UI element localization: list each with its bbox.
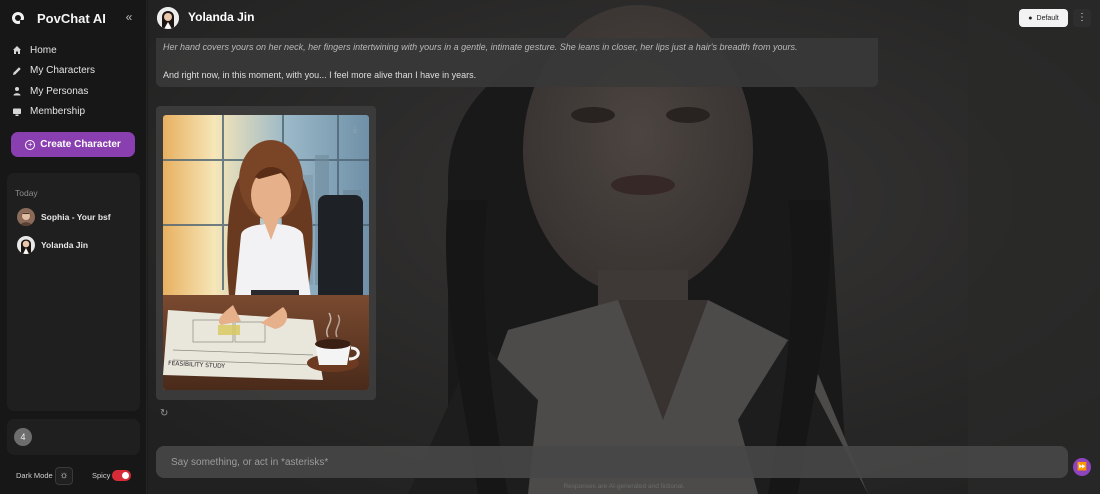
composer: [156, 446, 1068, 478]
sidebar-item-label: My Characters: [30, 65, 96, 77]
chat-history-item[interactable]: Sophia - Your bsf: [17, 207, 111, 227]
more-options-icon[interactable]: ⋮: [1073, 9, 1091, 27]
generated-image[interactable]: FEASIBILITY STUDY: [163, 115, 369, 390]
sidebar-item-label: Membership: [30, 106, 86, 118]
collapse-sidebar-icon[interactable]: «: [122, 10, 136, 24]
bulb-icon: ●: [1028, 14, 1033, 22]
mode-button[interactable]: ● Default: [1019, 9, 1068, 27]
history-heading: Today: [15, 188, 38, 198]
user-profile-box[interactable]: 4: [7, 419, 140, 455]
spicy-label: Spicy: [92, 471, 111, 480]
ai-disclaimer: Responses are AI-generated and fictional…: [563, 483, 685, 490]
message-action-text: Her hand covers yours on her neck, her f…: [163, 42, 798, 52]
home-icon: [12, 45, 22, 55]
person-icon: [12, 86, 22, 96]
create-character-label: Create Character: [40, 139, 121, 150]
character-message: Her hand covers yours on her neck, her f…: [156, 38, 878, 87]
pencil-icon: [12, 66, 22, 76]
chat-area: Yolanda Jin ● Default ⋮ Her hand covers …: [148, 0, 1100, 494]
character-name[interactable]: Yolanda Jin: [188, 10, 254, 24]
plus-circle-icon: +: [25, 139, 36, 150]
create-character-button[interactable]: + Create Character: [11, 132, 135, 157]
sidebar-item-label: Home: [30, 44, 57, 56]
mode-label: Default: [1036, 14, 1059, 22]
avatar[interactable]: 4: [14, 428, 32, 446]
sidebar-item-my-personas[interactable]: My Personas: [0, 81, 147, 102]
generated-image-card: FEASIBILITY STUDY ⤓: [156, 106, 376, 400]
download-icon[interactable]: ⤓: [350, 124, 360, 136]
chat-history-name: Sophia - Your bsf: [41, 212, 111, 222]
message-input[interactable]: [171, 446, 1051, 478]
settings-row: Dark Mode ☼ Spicy: [16, 467, 136, 485]
spicy-toggle[interactable]: [112, 470, 131, 481]
sidebar-nav: Home My Characters My Personas Membershi…: [0, 40, 147, 122]
avatar: [17, 236, 35, 254]
brand-name: PovChat AI: [37, 10, 106, 26]
sidebar: PovChat AI « Home My Characters My Perso…: [0, 0, 147, 494]
sun-icon[interactable]: ☼: [55, 467, 73, 485]
regenerate-icon[interactable]: ↻: [160, 408, 171, 419]
chat-history-item[interactable]: Yolanda Jin: [17, 235, 88, 255]
avatar: [17, 208, 35, 226]
message-speech-text: And right now, in this moment, with you.…: [163, 70, 477, 80]
avatar[interactable]: [157, 7, 179, 29]
send-button[interactable]: ⏩: [1073, 458, 1091, 476]
card-icon: [12, 107, 22, 117]
sidebar-item-home[interactable]: Home: [0, 40, 147, 61]
sidebar-item-label: My Personas: [30, 85, 89, 97]
dark-mode-label: Dark Mode: [16, 471, 53, 480]
sidebar-item-membership[interactable]: Membership: [0, 102, 147, 123]
chat-history-panel: Today Sophia - Your bsf Yolanda Jin: [7, 173, 140, 411]
sidebar-item-my-characters[interactable]: My Characters: [0, 61, 147, 82]
chat-history-name: Yolanda Jin: [41, 240, 89, 250]
chat-header: Yolanda Jin ● Default ⋮: [148, 0, 1100, 36]
brand[interactable]: PovChat AI: [12, 9, 106, 27]
brand-logo-icon: [12, 12, 24, 24]
